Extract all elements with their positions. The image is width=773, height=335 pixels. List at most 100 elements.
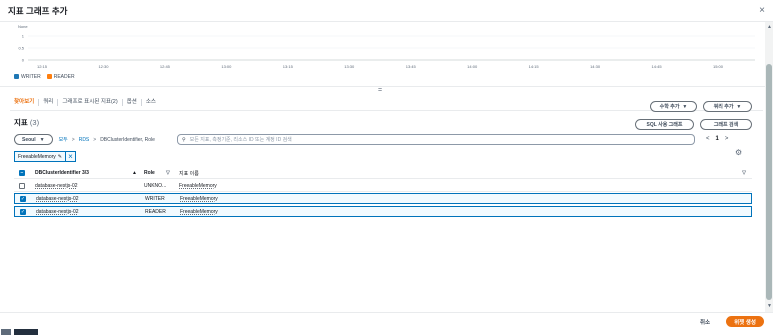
filter-token: FreeableMemory ✎ ×	[14, 151, 76, 162]
metric-search-input[interactable]: ⚲ 모든 지표, 측정기준, 리소스 ID 또는 계정 ID 검색	[177, 134, 695, 145]
check-icon: ✓	[20, 208, 26, 215]
chart-legend: WRITER READER	[14, 74, 75, 80]
cancel-button[interactable]: 취소	[700, 318, 710, 326]
legend-label: READER	[53, 74, 75, 80]
scroll-down-icon[interactable]: ▼	[767, 303, 772, 309]
sort-asc-icon[interactable]: ▲	[132, 170, 137, 176]
sort-icon[interactable]: ▽	[166, 170, 170, 176]
remove-filter-icon[interactable]: ×	[65, 151, 76, 162]
prev-page-icon[interactable]: <	[706, 136, 710, 142]
cell-role: READER	[145, 208, 166, 215]
x-tick-label: 14:30	[590, 64, 601, 69]
x-tick-label: 12:30	[98, 64, 109, 69]
scroll-up-icon[interactable]: ▲	[767, 24, 772, 30]
caret-down-icon: ▼	[682, 103, 688, 110]
add-math-label: 수학 추가	[659, 104, 680, 110]
gear-icon[interactable]: ⚙	[735, 148, 742, 157]
graph-search-button[interactable]: 그래프 검색	[700, 119, 752, 130]
minus-icon: −	[20, 170, 24, 176]
tab-query[interactable]: 쿼리	[39, 98, 59, 106]
breadcrumb: Seoul ▼ 모두 > RDS > DBClusterIdentifier, R…	[14, 134, 155, 145]
legend-swatch	[46, 74, 52, 79]
modal-header: 지표 그래프 추가 ×	[0, 0, 773, 22]
table-header: − DBClusterIdentifier 3/3 ▲ Role ▽ 지표 이름…	[14, 168, 752, 179]
pagination: < 1 >	[706, 136, 728, 142]
y-tick-label: 0.5	[18, 46, 24, 51]
cell-metric[interactable]: FreeableMemory	[180, 196, 218, 202]
tab-options[interactable]: 옵션	[123, 98, 142, 106]
tab-source[interactable]: 소스	[142, 99, 160, 106]
create-widget-button[interactable]: 위젯 생성	[726, 316, 764, 327]
row-checkbox[interactable]: ✓	[20, 195, 26, 202]
modal-title: 지표 그래프 추가	[8, 6, 68, 16]
pane-splitter[interactable]	[0, 86, 765, 92]
cell-cluster[interactable]: database-nestjs-02	[36, 196, 79, 202]
add-math-button[interactable]: 수학 추가 ▼	[650, 101, 697, 112]
cell-cluster[interactable]: database-nestjs-02	[35, 183, 78, 189]
legend-swatch	[14, 74, 19, 79]
tab-browse[interactable]: 찾아보기	[10, 98, 40, 106]
crumb-all[interactable]: 모두	[59, 136, 68, 143]
x-tick-label: 12:45	[160, 64, 171, 69]
x-tick-label: 13:45	[406, 64, 417, 69]
header-role[interactable]: Role	[144, 170, 155, 176]
x-tick-label: 14:15	[529, 64, 540, 69]
legend-item-writer[interactable]: WRITER	[14, 74, 41, 80]
add-query-button[interactable]: 쿼리 추가 ▼	[703, 101, 752, 112]
x-tick-label: 13:00	[221, 64, 232, 69]
y-tick-label: 0	[22, 58, 25, 63]
header-cluster[interactable]: DBClusterIdentifier 3/3	[35, 170, 89, 176]
metrics-heading: 지표 (3)	[14, 117, 39, 128]
x-tick-label: 14:45	[652, 64, 663, 69]
splitter-grip-icon[interactable]: =	[378, 87, 382, 94]
tab-graphed-metrics[interactable]: 그래프로 표시된 지표(2)	[58, 98, 123, 106]
crumb-separator: >	[71, 136, 75, 143]
cell-role: UNKNO...	[144, 183, 167, 189]
table-row[interactable]: ✓ database-nestjs-02 READER FreeableMemo…	[14, 206, 752, 217]
filter-token-label[interactable]: FreeableMemory ✎	[14, 151, 65, 162]
table-row[interactable]: database-nestjs-02 UNKNO... FreeableMemo…	[14, 181, 752, 192]
legend-item-reader[interactable]: READER	[46, 74, 75, 80]
search-icon: ⚲	[182, 136, 186, 143]
current-page[interactable]: 1	[716, 136, 719, 142]
tab-bar: 찾아보기 쿼리 그래프로 표시된 지표(2) 옵션 소스	[10, 96, 160, 108]
y-axis-label: None	[18, 24, 28, 29]
scrollbar-thumb[interactable]	[766, 64, 772, 300]
header-metric-name[interactable]: 지표 이름	[179, 170, 199, 177]
chart: None 1 0.5 0 12:15 12:30 12:45 13:00 13:15 13:30 1…	[14, 22, 759, 84]
caret-down-icon: ▼	[39, 136, 45, 143]
select-all-checkbox[interactable]: −	[19, 170, 25, 176]
edit-icon: ✎	[57, 153, 62, 160]
row-checkbox[interactable]: ✓	[20, 208, 26, 215]
cell-metric[interactable]: FreeableMemory	[180, 209, 218, 215]
taskbar-item	[14, 329, 38, 335]
sql-graph-button[interactable]: SQL 사용 그래프	[635, 119, 694, 130]
metrics-count: (3)	[29, 118, 40, 127]
cell-cluster[interactable]: database-nestjs-02	[36, 209, 79, 215]
crumb-separator: >	[93, 136, 97, 143]
filter-token-text: FreeableMemory	[18, 153, 56, 160]
search-placeholder: 모든 지표, 측정기준, 리소스 ID 또는 계정 ID 검색	[189, 137, 292, 143]
chart-svg: None 1 0.5 0 12:15 12:30 12:45 13:00 13:15 13:30 1…	[18, 24, 755, 69]
region-label: Seoul	[22, 136, 36, 143]
cell-metric[interactable]: FreeableMemory	[179, 183, 217, 189]
crumb-rds[interactable]: RDS	[79, 137, 90, 143]
x-tick-label: 12:15	[37, 64, 48, 69]
y-tick-label: 1	[22, 34, 25, 39]
footer-divider	[0, 312, 773, 313]
tabs-divider	[10, 110, 763, 111]
next-page-icon[interactable]: >	[725, 136, 729, 142]
close-icon[interactable]: ×	[759, 5, 765, 16]
x-tick-label: 15:00	[713, 64, 724, 69]
region-select[interactable]: Seoul ▼	[14, 134, 53, 145]
row-checkbox[interactable]	[19, 183, 25, 189]
caret-down-icon: ▼	[736, 103, 742, 110]
x-tick-label: 13:15	[283, 64, 294, 69]
legend-label: WRITER	[21, 74, 41, 80]
cell-role: WRITER	[145, 195, 165, 202]
crumb-dimension: DBClusterIdentifier, Role	[100, 136, 155, 143]
sort-icon[interactable]: ▽	[742, 170, 746, 176]
x-tick-label: 13:30	[344, 64, 355, 69]
table-row[interactable]: ✓ database-nestjs-02 WRITER FreeableMemo…	[14, 193, 752, 204]
metrics-title: 지표	[14, 118, 28, 127]
